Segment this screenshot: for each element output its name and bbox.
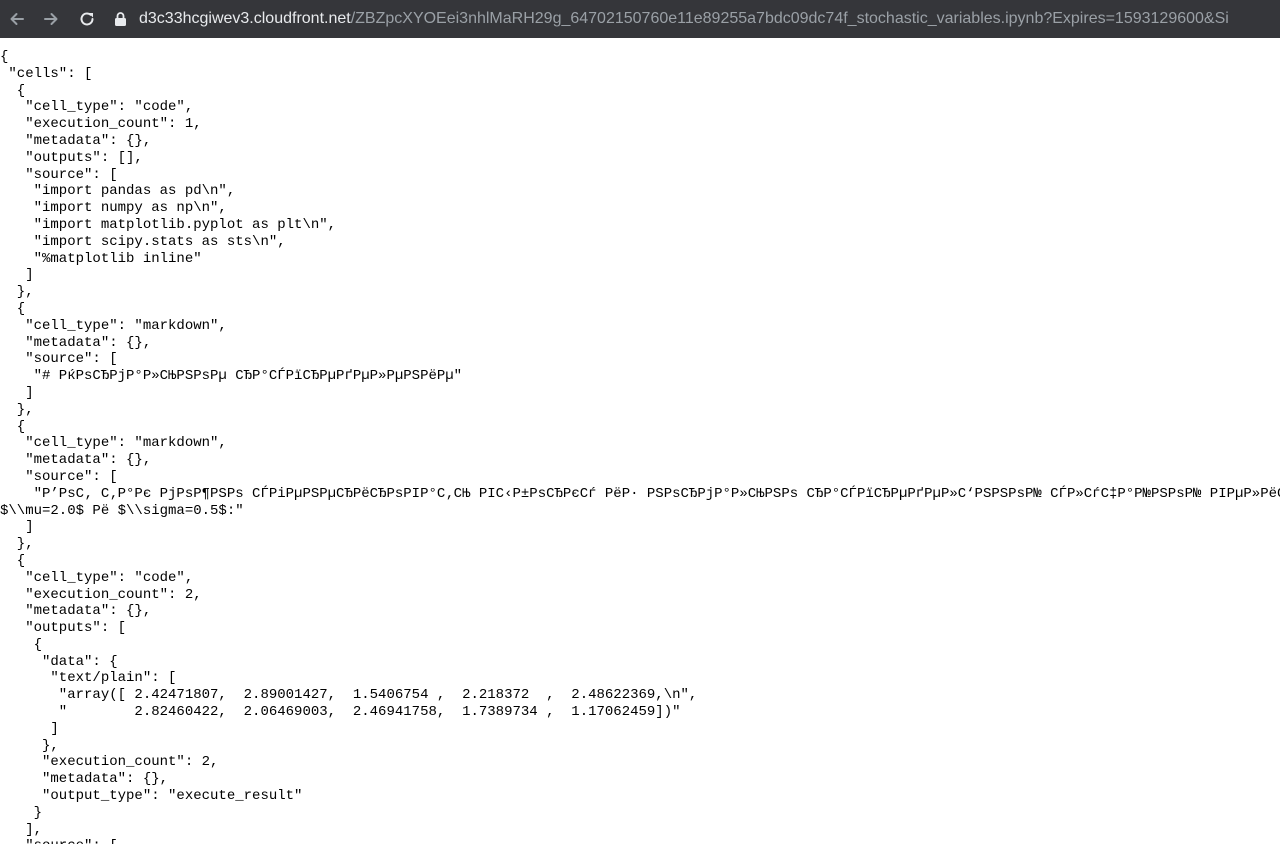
json-line: "source": [ — [0, 838, 1280, 844]
json-line: "cell_type": "code", — [0, 569, 194, 586]
json-line: "data": { — [0, 653, 118, 670]
json-line: "cell_type": "markdown", — [0, 435, 227, 452]
json-line: "metadata": {}, — [0, 334, 152, 351]
url-text[interactable]: d3c33hcgiwev3.cloudfront.net/ZBZpcXYOEei… — [139, 10, 1229, 28]
json-line: "cells": [ — [0, 65, 93, 82]
json-line: "metadata": {}, — [0, 452, 152, 469]
json-line: "output_type": "execute_result" — [0, 788, 303, 805]
forward-button[interactable] — [40, 8, 62, 30]
json-line: "import numpy as np\n", — [0, 200, 227, 217]
json-line: ] — [0, 267, 34, 284]
arrow-left-icon — [10, 13, 24, 25]
json-line: ], — [0, 821, 43, 838]
json-line: "metadata": {}, — [0, 771, 169, 788]
json-line: " 2.82460422, 2.06469003, 2.46941758, 1.… — [0, 704, 681, 721]
json-line: }, — [0, 536, 34, 553]
json-line: }, — [0, 401, 34, 418]
json-line: { — [0, 418, 26, 435]
json-line: { — [0, 82, 26, 99]
json-line: "# РќРѕСЂРјР°Р»СЊРЅРѕРµ СЂР°СЃРїСЂРµРґРµ… — [0, 368, 463, 385]
url-path: /ZBZpcXYOEei3nhlMaRH29g_64702150760e11e8… — [350, 10, 1229, 27]
address-bar[interactable]: d3c33hcgiwev3.cloudfront.net/ZBZpcXYOEei… — [114, 0, 1280, 38]
json-line: "execution_count": 1, — [0, 116, 202, 133]
page-content: { "cells": [ { "cell_type": "code", "exe… — [0, 38, 1280, 844]
lock-icon — [114, 11, 128, 27]
json-line: "import matplotlib.pyplot as plt\n", — [0, 216, 337, 233]
url-host: d3c33hcgiwev3.cloudfront.net — [139, 10, 351, 27]
json-line: "execution_count": 2, — [0, 586, 202, 603]
reload-button[interactable] — [76, 8, 98, 30]
json-line: }, — [0, 737, 59, 754]
json-line: "execution_count": 2, — [0, 754, 219, 771]
json-line: "cell_type": "code", — [0, 99, 194, 116]
json-line: "text/plain": [ — [0, 670, 177, 687]
json-line: { — [0, 552, 26, 569]
json-line: }, — [0, 284, 34, 301]
arrow-right-icon — [44, 13, 58, 25]
json-line: $\\mu=2.0$ Рё $\\sigma=0.5$:" — [0, 502, 244, 519]
json-line: ] — [0, 519, 34, 536]
raw-json-view: { "cells": [ { "cell_type": "code", "exe… — [0, 38, 1280, 844]
reload-icon — [80, 12, 94, 26]
json-line: "metadata": {}, — [0, 603, 152, 620]
json-line: "source": [ — [0, 351, 118, 368]
json-line: "source": [ — [0, 468, 118, 485]
json-line: "import pandas as pd\n", — [0, 183, 236, 200]
json-line: "cell_type": "markdown", — [0, 317, 227, 334]
json-line: "array([ 2.42471807, 2.89001427, 1.54067… — [0, 687, 698, 704]
json-line: { — [0, 636, 43, 653]
json-line: "outputs": [], — [0, 149, 143, 166]
browser-toolbar: d3c33hcgiwev3.cloudfront.net/ZBZpcXYOEei… — [0, 0, 1280, 38]
back-button[interactable] — [6, 8, 28, 30]
json-line: { — [0, 300, 26, 317]
json-line: } — [0, 804, 43, 821]
json-line: ] — [0, 384, 34, 401]
json-line: "metadata": {}, — [0, 132, 152, 149]
json-line: ] — [0, 720, 59, 737]
json-line: { — [0, 49, 9, 65]
json-line: "Р’РѕС‚ С‚Р°Рє РјРѕР¶РЅРѕ СЃРіРµРЅРµСЂРё… — [0, 485, 1280, 502]
json-line: "source": [ — [0, 166, 118, 183]
json-line: "outputs": [ — [0, 620, 127, 637]
json-line: "import scipy.stats as sts\n", — [0, 233, 286, 250]
json-line: "%matplotlib inline" — [0, 250, 202, 267]
